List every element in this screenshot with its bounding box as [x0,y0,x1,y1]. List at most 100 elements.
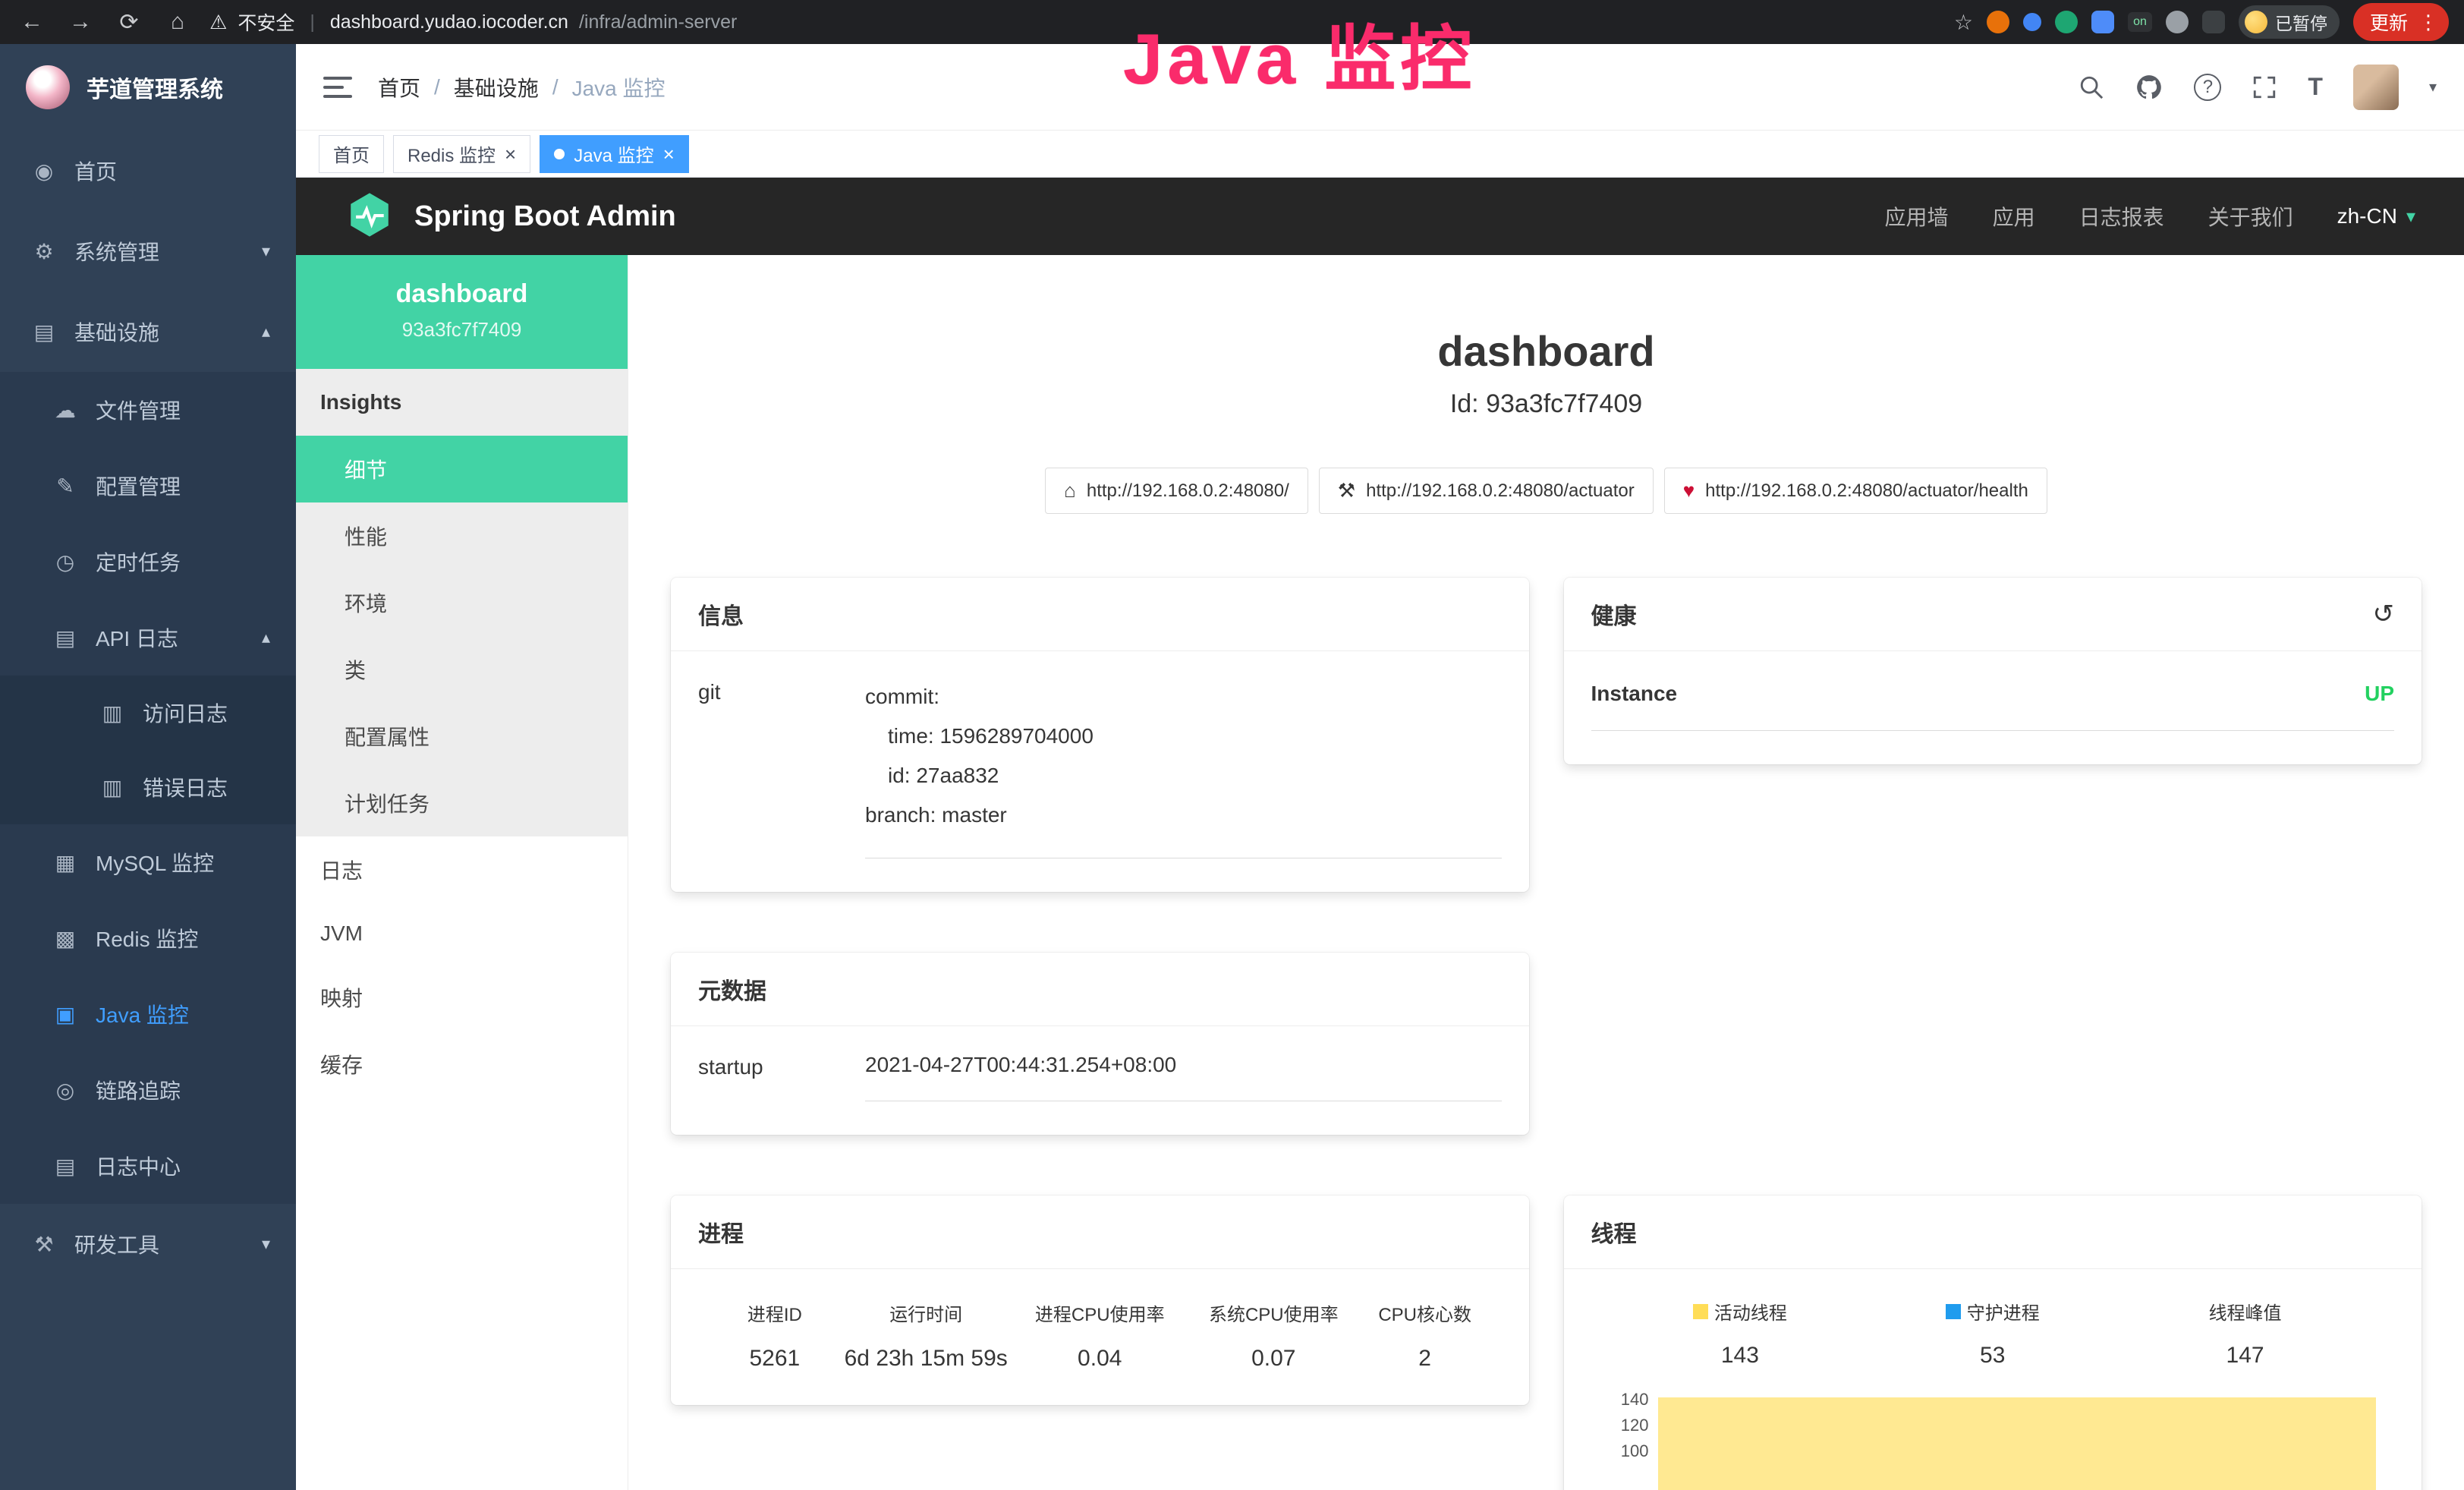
instance-title: dashboard [671,326,2422,376]
metric-label: 系统CPU使用率 [1187,1299,1361,1326]
sidebar-item-label: 配置管理 [96,471,181,501]
sba-locale-select[interactable]: zh-CN ▾ [2337,204,2415,228]
sba-brand-title[interactable]: Spring Boot Admin [414,200,676,233]
sidebar-item-log-center[interactable]: ▤ 日志中心 [0,1128,296,1204]
instance-actuator-link[interactable]: ⚒ http://192.168.0.2:48080/actuator [1319,468,1654,514]
gear-icon: ⚙ [30,239,58,264]
sidebar-item-label: 定时任务 [96,547,181,577]
github-icon[interactable] [2135,73,2163,102]
sba-menu-details[interactable]: 细节 [296,436,628,502]
browser-profile-chip[interactable]: 已暂停 [2239,5,2340,39]
sidebar-item-mysql-monitor[interactable]: ▦ MySQL 监控 [0,824,296,900]
sba-nav: 应用墙 应用 日志报表 关于我们 zh-CN ▾ [1885,201,2415,232]
instance-home-link[interactable]: ⌂ http://192.168.0.2:48080/ [1045,468,1308,514]
sba-logo-icon[interactable] [345,190,395,244]
sba-menu-caches[interactable]: 缓存 [296,1031,628,1098]
tab-java-monitor[interactable]: Java 监控 × [540,135,689,173]
tab-label: Java 监控 [574,140,653,167]
browser-forward-icon[interactable]: → [64,9,97,35]
chevron-down-icon: ▾ [262,241,270,261]
extensions-puzzle-icon[interactable] [2202,11,2225,33]
sba-menu-mappings[interactable]: 映射 [296,964,628,1031]
history-icon[interactable]: ↺ [2373,599,2395,629]
extension-icon-blue-drop[interactable] [2023,13,2041,31]
sba-nav-journal[interactable]: 日志报表 [2079,201,2164,232]
extension-icon-green-circle[interactable] [2055,11,2078,33]
browser-home-icon[interactable]: ⌂ [161,9,194,35]
sidebar-item-dev-tools[interactable]: ⚒ 研发工具 ▾ [0,1204,296,1284]
tab-label: 首页 [333,140,370,167]
hamburger-menu-icon[interactable] [323,77,352,98]
info-value: commit: time: 1596289704000 id: 27aa832 … [865,677,1502,858]
fullscreen-icon[interactable] [2252,74,2277,100]
sidebar-item-api-logs[interactable]: ▤ API 日志 ▴ [0,600,296,676]
metric-value: 0.04 [1013,1346,1187,1372]
browser-update-button[interactable]: 更新 ⋮ [2353,3,2449,41]
sidebar-item-system-management[interactable]: ⚙ 系统管理 ▾ [0,211,296,291]
sba-instance-header[interactable]: dashboard 93a3fc7f7409 [296,255,628,369]
sba-menu-jvm[interactable]: JVM [296,903,628,964]
sidebar-item-label: 研发工具 [74,1229,159,1259]
close-icon[interactable]: × [505,144,516,164]
search-icon[interactable] [2079,74,2104,100]
help-icon[interactable]: ? [2194,74,2221,101]
y-axis-tick: 120 [1603,1416,1649,1435]
sidebar-item-label: 日志中心 [96,1151,181,1181]
chart-plot-area [1658,1394,2377,1490]
metadata-startup-row: startup 2021-04-27T00:44:31.254+08:00 [698,1052,1502,1101]
metric-label: 进程ID [710,1299,839,1326]
health-card: 健康 ↺ Instance UP [1564,578,2422,764]
breadcrumb-infrastructure[interactable]: 基础设施 [454,72,539,102]
sidebar-item-trace[interactable]: ◎ 链路追踪 [0,1052,296,1128]
sidebar-item-label: 链路追踪 [96,1075,181,1105]
extension-icon-gray[interactable] [2166,11,2189,33]
sba-menu-performance[interactable]: 性能 [296,502,628,569]
sidebar-item-home[interactable]: ◉ 首页 [0,131,296,211]
sba-nav-wallboard[interactable]: 应用墙 [1885,201,1949,232]
browser-back-icon[interactable]: ← [15,9,49,35]
sidebar-item-file-management[interactable]: ☁ 文件管理 [0,372,296,448]
health-key: Instance [1591,682,1678,706]
browser-address-bar[interactable]: ⚠ 不安全 | dashboard.yudao.iocoder.cn/infra… [209,8,1939,36]
extension-icon-orange[interactable] [1987,11,2009,33]
sidebar-item-error-logs[interactable]: ▥ 错误日志 [0,750,296,824]
avatar-caret-icon[interactable]: ▾ [2429,77,2437,96]
legend-value: 53 [1980,1343,2005,1369]
bookmark-star-icon[interactable]: ☆ [1954,10,1973,35]
font-size-icon[interactable]: T [2308,73,2323,101]
metric-label: 进程CPU使用率 [1013,1299,1187,1326]
browser-reload-icon[interactable]: ⟳ [112,9,146,36]
tab-redis-monitor[interactable]: Redis 监控 × [393,135,530,173]
user-avatar[interactable] [2353,65,2399,110]
sidebar-item-config-management[interactable]: ✎ 配置管理 [0,448,296,524]
sidebar-item-infrastructure[interactable]: ▤ 基础设施 ▴ [0,291,296,372]
header-actions: ? T ▾ [2079,65,2437,110]
layers-icon: ▩ [52,926,79,951]
kebab-menu-icon[interactable]: ⋮ [2418,11,2438,34]
sidebar-item-label: 错误日志 [143,772,228,802]
link-url: http://192.168.0.2:48080/actuator [1366,480,1635,502]
sidebar-item-access-logs[interactable]: ▥ 访问日志 [0,676,296,750]
sba-menu-config-props[interactable]: 配置属性 [296,703,628,770]
sba-menu-environment[interactable]: 环境 [296,569,628,636]
sidebar-item-scheduled-jobs[interactable]: ◷ 定时任务 [0,524,296,600]
app-logo[interactable]: 芋道管理系统 [0,44,296,131]
extension-icon-on-badge[interactable]: on [2128,12,2152,32]
sba-menu-logs[interactable]: 日志 [296,836,628,903]
sidebar-item-label: Redis 监控 [96,923,198,953]
sba-body: dashboard 93a3fc7f7409 Insights 细节 性能 环境… [296,255,2464,1490]
sba-nav-applications[interactable]: 应用 [1993,201,2035,232]
breadcrumb-home[interactable]: 首页 [378,72,420,102]
tab-home[interactable]: 首页 [319,135,384,173]
instance-health-link[interactable]: ♥ http://192.168.0.2:48080/actuator/heal… [1664,468,2047,514]
extension-icon-blue-grid[interactable] [2091,11,2114,33]
sba-nav-about[interactable]: 关于我们 [2208,201,2293,232]
sidebar-item-redis-monitor[interactable]: ▩ Redis 监控 [0,900,296,976]
sidebar-item-java-monitor[interactable]: ▣ Java 监控 [0,976,296,1052]
url-path: /infra/admin-server [579,11,737,33]
close-icon[interactable]: × [663,144,675,164]
breadcrumb-separator: / [552,75,559,99]
log-icon: ▤ [52,625,79,650]
sba-menu-scheduled-tasks[interactable]: 计划任务 [296,770,628,836]
sba-menu-classes[interactable]: 类 [296,636,628,703]
